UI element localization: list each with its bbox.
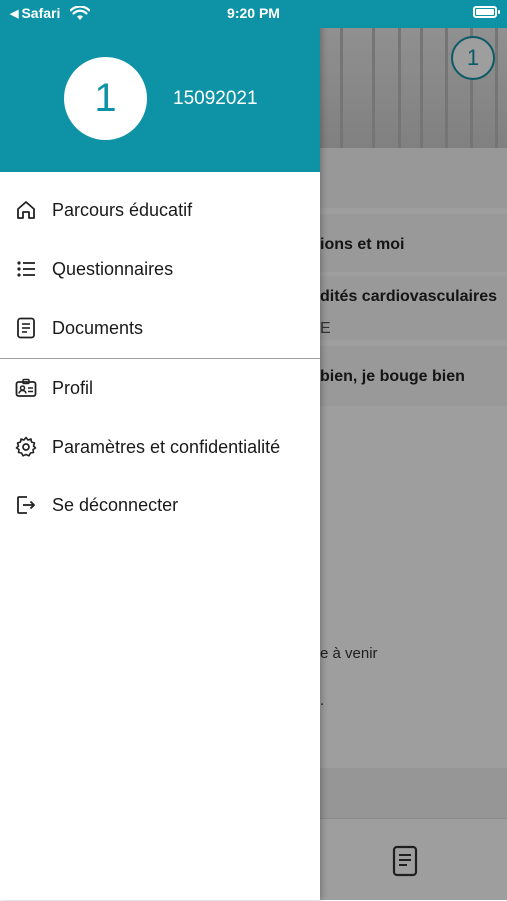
menu-item-profil[interactable]: Profil [0,360,320,416]
document-icon [0,317,52,339]
logout-icon [0,494,52,516]
menu-item-parcours-educatif[interactable]: Parcours éducatif [0,182,320,238]
menu-label: Se déconnecter [52,494,179,515]
status-bar: ◀ Safari 9:20 PM [0,0,507,28]
menu-item-documents[interactable]: Documents [0,300,320,356]
menu-item-parametres[interactable]: Paramètres et confidentialité [0,419,320,475]
menu-label: Parcours éducatif [52,199,193,220]
menu-label: Questionnaires [52,258,174,279]
menu-divider [0,358,320,359]
avatar[interactable]: 1 [64,57,147,140]
gear-icon [0,436,52,458]
menu-item-questionnaires[interactable]: Questionnaires [0,241,320,297]
drawer-header: 1 15092021 [0,28,320,172]
user-id: 15092021 [173,88,258,109]
battery-icon [473,6,500,18]
menu-item-se-deconnecter[interactable]: Se déconnecter [0,477,320,533]
status-time: 9:20 PM [227,5,280,21]
id-card-icon [0,378,52,398]
home-icon [0,199,52,221]
menu-label: Paramètres et confidentialité [52,436,281,457]
list-icon [0,258,52,280]
menu-label: Documents [52,317,144,338]
menu-label: Profil [52,377,94,398]
navigation-drawer: 1 15092021 Parcours éducatif Questionnai… [0,0,320,900]
